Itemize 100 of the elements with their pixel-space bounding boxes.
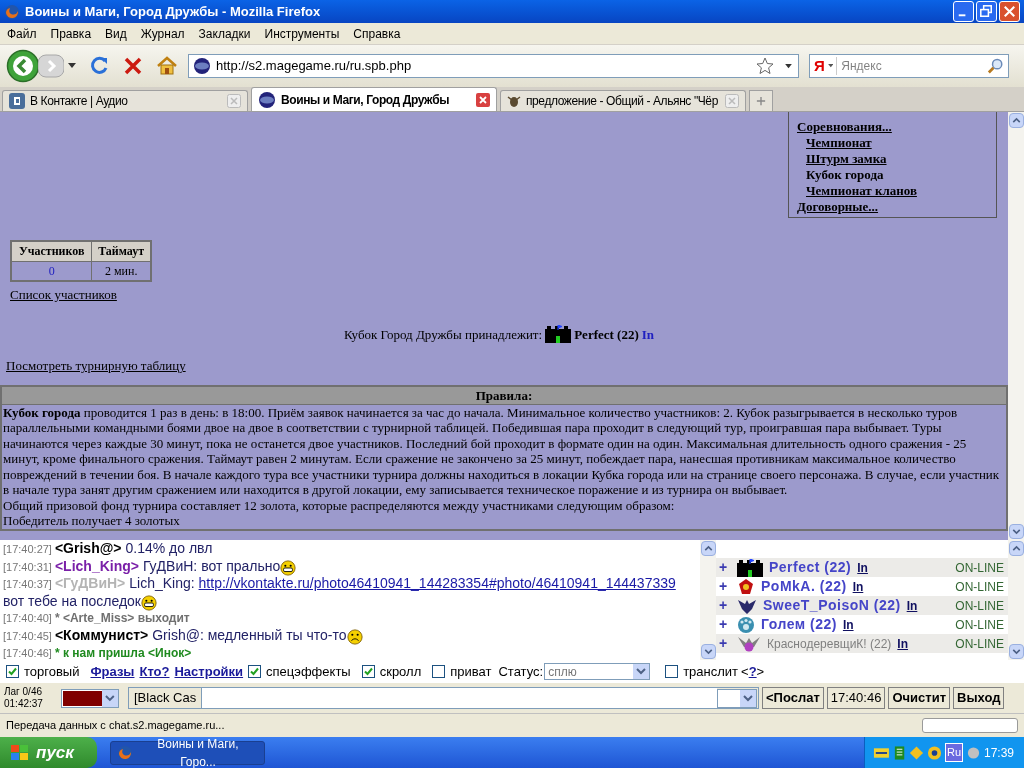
scroll-up-icon[interactable]	[1008, 541, 1024, 556]
chat-button[interactable]: <Послат	[762, 687, 824, 709]
user-nickname[interactable]: <Lich_King>	[54, 557, 139, 574]
scroll-down-icon[interactable]	[1008, 644, 1024, 659]
back-button[interactable]	[6, 49, 40, 83]
menu-item[interactable]: Файл	[1, 24, 43, 43]
status-text: Передача данных с chat.s2.magegame.ru...	[6, 718, 226, 734]
settings-link[interactable]: Фразы	[90, 661, 135, 682]
address-field[interactable]: http://s2.magegame.ru/ru.spb.php	[188, 54, 799, 78]
menu-item[interactable]: Правка	[44, 24, 98, 43]
system-message: * к нам пришла <Инок>	[54, 646, 192, 660]
menu-link[interactable]: Кубок города	[806, 167, 884, 183]
search-field[interactable]: Я Яндекс	[809, 54, 1009, 78]
dropdown-icon[interactable]	[827, 64, 834, 68]
scroll-up-icon[interactable]	[700, 541, 716, 556]
scrollbar[interactable]	[700, 540, 716, 660]
window-title: Воины и Маги, Город Дружбы - Mozilla Firefox	[25, 2, 322, 21]
user-name[interactable]: Голем (22)	[761, 614, 837, 635]
menu-link[interactable]: Договорные...	[797, 199, 879, 215]
browser-tab[interactable]: предложение - Общий - Альянс "Чёр	[500, 90, 746, 111]
tournament-table-link[interactable]: Посмотреть турнирную таблицу	[6, 356, 186, 376]
user-name[interactable]: PoMkA. (22)	[761, 576, 847, 597]
add-button[interactable]: +	[719, 576, 731, 597]
home-icon[interactable]	[156, 55, 178, 77]
info-link[interactable]: In	[857, 558, 868, 577]
checkbox[interactable]	[665, 665, 679, 678]
chat-button[interactable]: Выход	[953, 687, 1005, 709]
user-nickname[interactable]: <Grish@>	[54, 540, 122, 556]
scrollbar[interactable]	[1008, 112, 1024, 540]
message-link[interactable]: http://vkontakte.ru/photo46410941_144283354#photo/46410941_144437339	[198, 575, 676, 591]
info-link[interactable]: In	[852, 577, 864, 596]
time-button[interactable]: 17:40:46	[826, 687, 886, 709]
dropdown-icon[interactable]	[68, 63, 76, 69]
minimize-icon[interactable]	[953, 1, 974, 22]
menu-link[interactable]: Чемпионат кланов	[806, 183, 917, 199]
checkbox[interactable]	[361, 665, 375, 678]
menu-link[interactable]: Чемпионат	[806, 135, 872, 151]
user-name[interactable]: Perfect (22)	[769, 557, 852, 578]
close-tab-icon[interactable]	[476, 92, 490, 107]
rules-paragraph: Победитель получает 4 золотых	[3, 513, 181, 529]
color-select[interactable]	[61, 688, 119, 708]
menu-item[interactable]: Журнал	[134, 24, 191, 43]
language-indicator[interactable]: Ru	[944, 743, 963, 762]
scroll-up-icon[interactable]	[1008, 113, 1024, 128]
rules-paragraph: Кубок города проводится 1 раз в день: в 18:00. Приём заявок начинается за час до начала. Минимальное количество участников: 2. Кубок разыгрывается в несколько туров параллельными командными боями двое на двое в соответствии с турнирной таблицей. Победившая пара проходит в следующий тур, проигравшая пара выбывает. Туры начинаются через каждые 30 минут, пока не останется двое участников. Последний бой проходит в формате один на один. Максимальная длительность одного сражения - 25 минут, кроме финального сражения. Таймаут равен 2 минутам. Если сражение не закончено за 25 минут, побеждает пара, нанесшая противникам максимальное количество повреждений в течении боя. В начале каждого тура все участники турнира должны находиться в локации Кубка города или на странице своего персонажа. В случае, если участник в начале тура занят другим сражением или находится в другой локации, ему записывается техническое поражение и из турнира он выбывает.	[3, 404, 1001, 498]
checkbox[interactable]	[248, 665, 262, 678]
reload-icon[interactable]	[88, 55, 110, 77]
search-input[interactable]: Яндекс	[836, 57, 985, 75]
menu-item[interactable]: Справка	[347, 24, 407, 43]
status-select[interactable]: сплю	[544, 663, 651, 680]
bug-icon	[507, 93, 521, 109]
browser-tab[interactable]: Воины и Маги, Город Дружбы	[251, 87, 497, 111]
menu-link[interactable]: Соревнования...	[797, 119, 892, 135]
search-icon[interactable]	[987, 57, 1004, 75]
user-nickname[interactable]: <Коммунист>	[54, 626, 149, 643]
star-icon[interactable]	[756, 57, 774, 75]
checkbox-label: приват	[450, 662, 492, 681]
settings-link[interactable]: Кто?	[139, 661, 170, 682]
user-name[interactable]: SweeT_PoisoN (22)	[763, 595, 901, 616]
checkbox[interactable]	[432, 665, 446, 678]
close-icon[interactable]	[999, 1, 1020, 22]
checkbox-label: спецэффекты	[266, 662, 351, 681]
browser-tab[interactable]: В Контакте | Аудио	[2, 90, 248, 111]
dropdown-icon[interactable]	[785, 63, 792, 69]
scroll-down-icon[interactable]	[1008, 524, 1024, 539]
clock: 17:39	[984, 744, 1014, 762]
participants-link[interactable]: Список участников	[10, 285, 117, 305]
scroll-down-icon[interactable]	[700, 644, 716, 659]
online-status: ON-LINE	[955, 635, 1004, 653]
checkbox[interactable]	[6, 665, 19, 678]
info-link[interactable]: In	[897, 634, 909, 653]
maximize-icon[interactable]	[976, 1, 997, 22]
help-link[interactable]: ?	[748, 663, 757, 679]
message-text: Lich_King:	[129, 575, 195, 591]
stop-icon[interactable]	[122, 55, 144, 77]
online-status: ON-LINE	[955, 597, 1004, 615]
chat-button[interactable]: Очистит	[888, 687, 950, 709]
add-button[interactable]: +	[719, 595, 731, 616]
settings-link[interactable]: Настройки	[174, 661, 244, 682]
menu-item[interactable]: Вид	[99, 24, 133, 43]
scrollbar[interactable]	[1008, 540, 1024, 660]
table-header: Участников	[11, 241, 92, 261]
info-link[interactable]: In	[842, 615, 854, 634]
menu-item[interactable]: Закладки	[192, 24, 257, 43]
paw-icon	[737, 615, 755, 634]
menu-link[interactable]: Штурм замка	[806, 151, 887, 167]
grinning-smiley-icon	[141, 594, 157, 611]
message-text: вот тебе на последок	[3, 592, 141, 609]
add-button[interactable]: +	[719, 557, 731, 578]
info-link[interactable]: In	[641, 324, 655, 344]
add-button[interactable]: +	[719, 614, 731, 635]
help-text: <?>	[741, 662, 765, 681]
tray-icon[interactable]	[926, 744, 942, 761]
menu-item[interactable]: Инструменты	[258, 24, 346, 43]
add-button[interactable]: +	[719, 633, 731, 654]
tray-icon[interactable]	[892, 744, 906, 761]
info-link[interactable]: In	[906, 596, 918, 615]
online-status: ON-LINE	[955, 559, 1004, 577]
online-status: ON-LINE	[955, 616, 1004, 634]
status-label: Статус:	[498, 662, 544, 681]
